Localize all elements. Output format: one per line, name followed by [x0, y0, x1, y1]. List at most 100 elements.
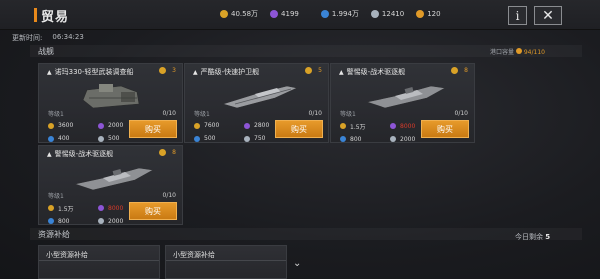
supply-card[interactable]: 小型资源补给	[165, 245, 287, 279]
slot-badge: 8	[451, 67, 468, 74]
crystal-icon	[98, 122, 104, 129]
buy-button[interactable]: 购买	[421, 120, 469, 138]
crystal-icon	[98, 205, 104, 211]
cost-alloy-value: 500	[108, 135, 120, 142]
ship-card[interactable]: ▲ 严酷级-快速护卫舰 5 等级1 0/10 7600 2800 500 750…	[184, 63, 329, 143]
cost-energy-value: 400	[58, 135, 70, 142]
crystal-icon	[244, 122, 250, 129]
cost-alloy-value: 2000	[400, 135, 416, 143]
ship-name: ▲ 严酷级-快速护卫舰	[193, 67, 259, 77]
gold-coin-icon	[194, 122, 200, 129]
energy-icon	[48, 218, 54, 224]
token-icon	[416, 10, 425, 18]
trade-screen: 贸易 40.58万 4199 1.994万 12410 120 i ✕ 更新时间…	[0, 0, 600, 279]
slot-badge: 8	[159, 149, 176, 156]
timer-value: 06:34:23	[52, 33, 84, 41]
ship-card[interactable]: ▲ 警惕级-战术驱逐舰 8 等级1 0/10 1.5万 8000 800 200…	[38, 145, 183, 225]
rank-triangle-icon: ▲	[193, 68, 198, 76]
cost-energy-value: 800	[58, 217, 70, 225]
energy-icon	[194, 135, 200, 142]
ship-name: ▲ 诺玛330-轻型武装调查船	[47, 67, 134, 77]
currency-token: 120	[416, 10, 441, 18]
cost-alloy-value: 750	[254, 135, 266, 142]
cost-gold: 1.5万	[48, 202, 98, 214]
cost-crystal-value: 2800	[254, 122, 270, 129]
ship-level: 等级1	[340, 111, 356, 118]
rank-triangle-icon: ▲	[339, 68, 344, 76]
cost-gold: 1.5万	[340, 120, 390, 132]
supply-name: 小型资源补给	[46, 251, 88, 259]
cost-crystal-value: 2000	[108, 122, 124, 129]
buy-button[interactable]: 购买	[129, 120, 177, 138]
resources-section-title: 资源补给	[38, 230, 70, 239]
destroyer-ship-image	[73, 167, 154, 191]
alloy-icon	[98, 135, 104, 142]
port-capacity-value: 94/110	[523, 49, 545, 56]
ship-stock: 0/10	[454, 110, 468, 117]
buy-button[interactable]: 购买	[129, 202, 177, 220]
rank-triangle-icon: ▲	[47, 150, 52, 158]
currency-alloy-value: 12410	[381, 10, 405, 18]
cost-crystal-value: 8000	[108, 204, 124, 212]
energy-icon	[320, 10, 329, 18]
close-button[interactable]: ✕	[534, 6, 562, 25]
ship-level: 等级1	[48, 193, 64, 200]
frigate-ship-image	[221, 85, 298, 109]
currency-gold: 40.58万	[220, 9, 258, 19]
ship-level: 等级1	[48, 111, 64, 118]
title-accent	[34, 8, 37, 22]
cost-energy-value: 500	[204, 135, 216, 142]
alloy-icon	[370, 10, 379, 18]
currency-energy-value: 1.994万	[331, 10, 359, 18]
cost-energy: 800	[340, 134, 390, 144]
slot-icon	[305, 67, 313, 74]
rank-triangle-icon: ▲	[47, 68, 52, 76]
buy-button[interactable]: 购买	[275, 120, 323, 138]
cost-alloy-value: 2000	[108, 217, 124, 225]
cost-energy-value: 800	[350, 135, 362, 143]
capacity-icon	[515, 48, 522, 54]
info-button[interactable]: i	[508, 6, 527, 25]
crystal-icon	[270, 10, 279, 18]
ship-stock: 0/10	[162, 110, 176, 117]
alloy-icon	[98, 218, 104, 224]
page-title: 贸易	[41, 10, 70, 25]
daily-remaining: 今日剩余 5	[515, 232, 550, 242]
resources-section-bar	[30, 228, 582, 240]
alloy-icon	[390, 136, 396, 142]
gold-coin-icon	[340, 123, 346, 129]
cost-gold-value: 1.5万	[58, 205, 74, 213]
warships-section-title: 战舰	[38, 47, 54, 56]
gold-coin-icon	[48, 122, 54, 129]
currency-crystal: 4199	[270, 10, 299, 18]
divider	[39, 260, 159, 261]
cost-energy: 500	[194, 133, 244, 144]
energy-icon	[340, 136, 346, 142]
cost-gold: 7600	[194, 120, 244, 131]
ship-stock: 0/10	[308, 110, 322, 117]
ship-name-text: 警惕级-战术驱逐舰	[346, 68, 406, 76]
ship-card[interactable]: ▲ 诺玛330-轻型武装调查船 3 等级1 0/10 3600 2000 400…	[38, 63, 183, 143]
supply-card[interactable]: 小型资源补给	[38, 245, 160, 279]
slot-value: 3	[172, 67, 176, 74]
currency-token-value: 120	[427, 10, 441, 18]
ship-name-text: 诺玛330-轻型武装调查船	[54, 68, 134, 76]
ship-level: 等级1	[194, 111, 210, 118]
daily-remaining-label: 今日剩余	[515, 233, 543, 241]
currency-crystal-value: 4199	[281, 10, 299, 18]
ship-card[interactable]: ▲ 警惕级-战术驱逐舰 8 等级1 0/10 1.5万 8000 800 200…	[330, 63, 475, 143]
crystal-icon	[390, 123, 396, 129]
survey-ship-image	[82, 84, 140, 109]
update-timer: 更新时间: 06:34:23	[12, 33, 84, 43]
supply-name: 小型资源补给	[173, 251, 215, 259]
slot-icon	[451, 67, 459, 74]
cost-gold-value: 3600	[58, 122, 74, 129]
top-bar: 贸易 40.58万 4199 1.994万 12410 120 i ✕	[0, 0, 600, 30]
cost-gold-value: 7600	[204, 122, 220, 129]
currency-bar: 40.58万 4199 1.994万 12410 120	[220, 9, 441, 19]
chevron-down-icon[interactable]: ⌄	[293, 258, 303, 269]
slot-icon	[159, 67, 167, 74]
gold-coin-icon	[48, 205, 54, 211]
ship-stock: 0/10	[162, 192, 176, 199]
slot-value: 8	[464, 67, 468, 74]
